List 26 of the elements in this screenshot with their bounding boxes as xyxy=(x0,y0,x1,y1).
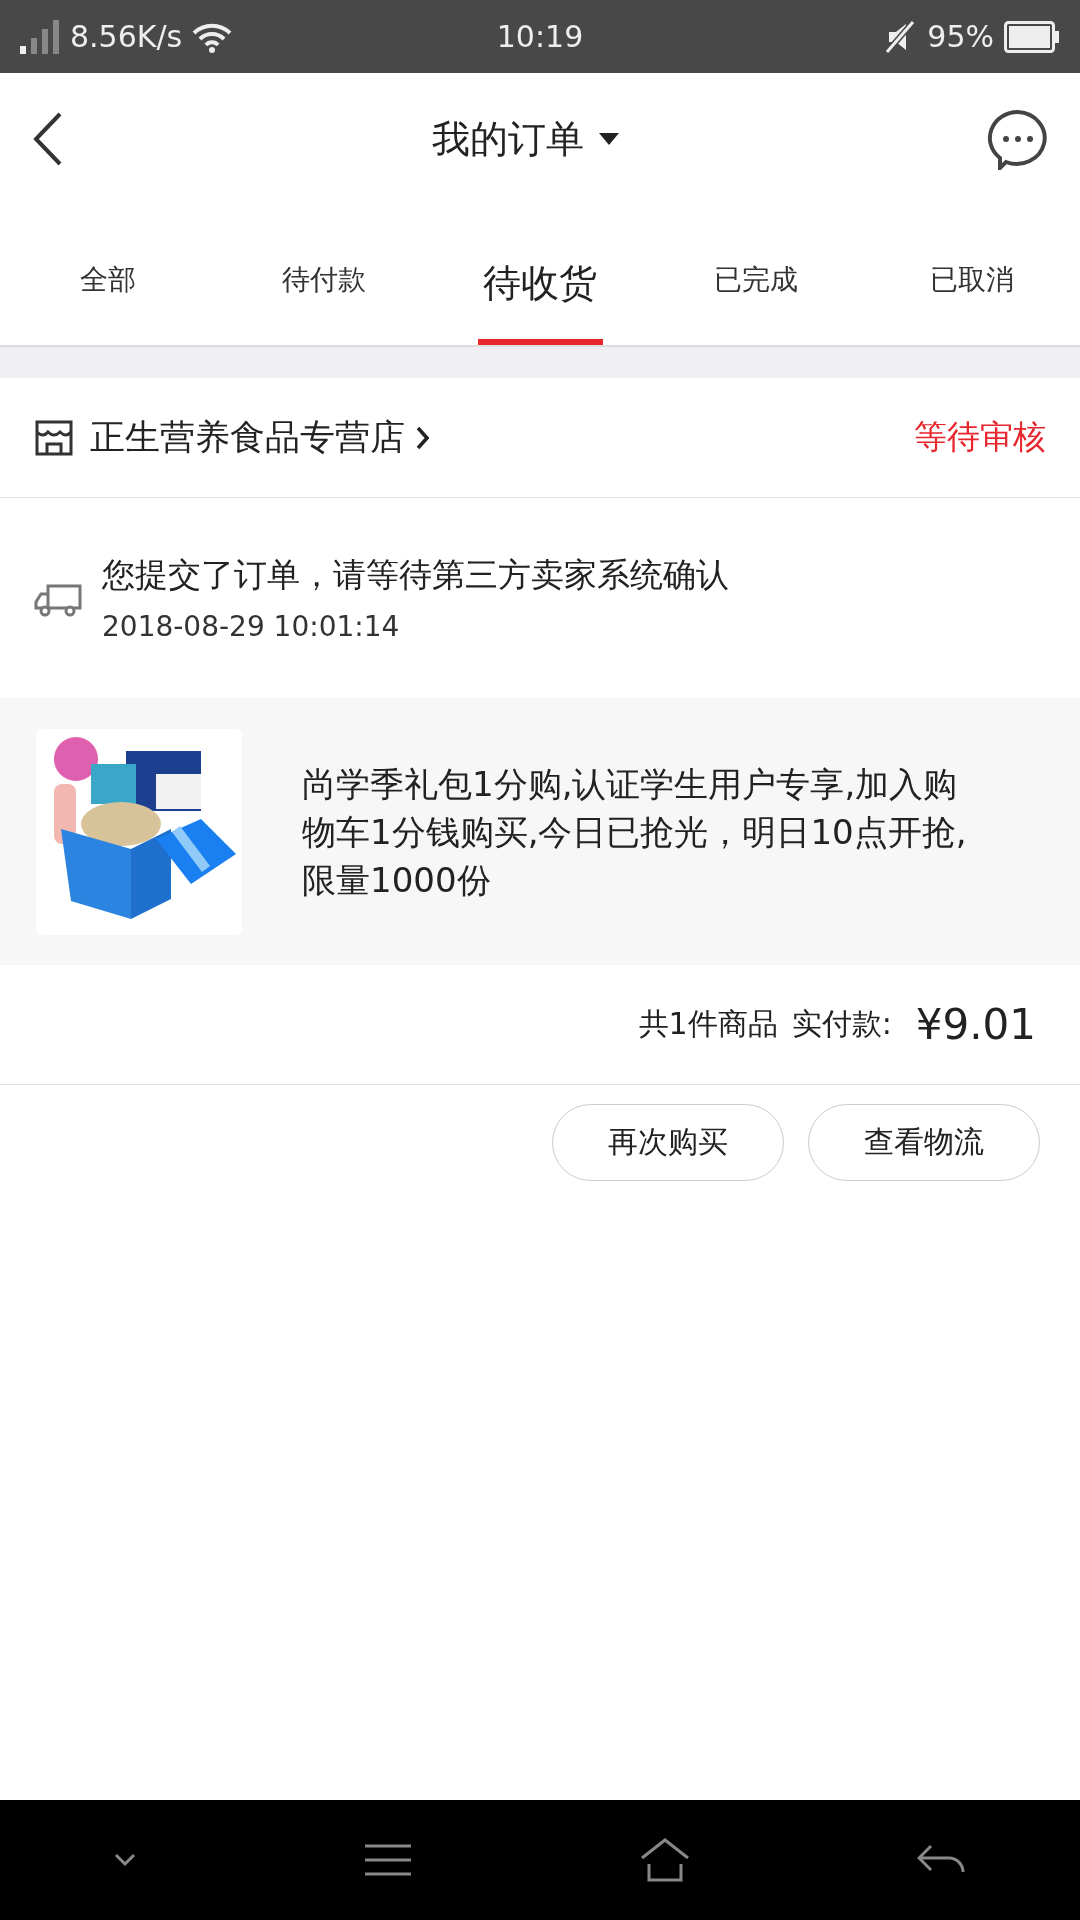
menu-icon[interactable] xyxy=(362,1844,413,1876)
order-status: 等待审核 xyxy=(914,416,1046,458)
item-count: 共1件商品 xyxy=(638,1005,778,1043)
chevron-icon[interactable] xyxy=(415,425,429,450)
action-button[interactable]: 再次购买 xyxy=(552,1104,784,1181)
page-title[interactable]: 我的订单 xyxy=(432,113,584,165)
network-speed: 8.56K/s xyxy=(70,19,183,54)
order-tab[interactable]: 全部 xyxy=(0,205,216,345)
chevron-down-icon[interactable] xyxy=(113,1853,136,1867)
signal-icon xyxy=(20,19,60,54)
paid-amount: ¥9.01 xyxy=(915,1000,1036,1049)
order-tab[interactable]: 待收货 xyxy=(432,205,648,345)
home-icon[interactable] xyxy=(639,1838,690,1882)
clock: 10:19 xyxy=(496,19,584,54)
order-tab[interactable]: 已取消 xyxy=(864,205,1080,345)
order-tab[interactable]: 已完成 xyxy=(648,205,864,345)
chat-icon[interactable] xyxy=(986,108,1050,170)
dropdown-caret-icon[interactable] xyxy=(598,132,620,146)
order-tab[interactable]: 待付款 xyxy=(216,205,432,345)
battery-icon xyxy=(1004,20,1060,53)
action-button[interactable]: 查看物流 xyxy=(808,1104,1040,1181)
paid-label: 实付款: xyxy=(791,1005,892,1043)
tracking-time: 2018-08-29 10:01:14 xyxy=(102,610,401,643)
battery-percent: 95% xyxy=(927,19,994,54)
tracking-message: 您提交了订单，请等待第三方卖家系统确认 xyxy=(102,554,729,596)
shop-name[interactable]: 正生营养食品专营店 xyxy=(90,414,405,461)
